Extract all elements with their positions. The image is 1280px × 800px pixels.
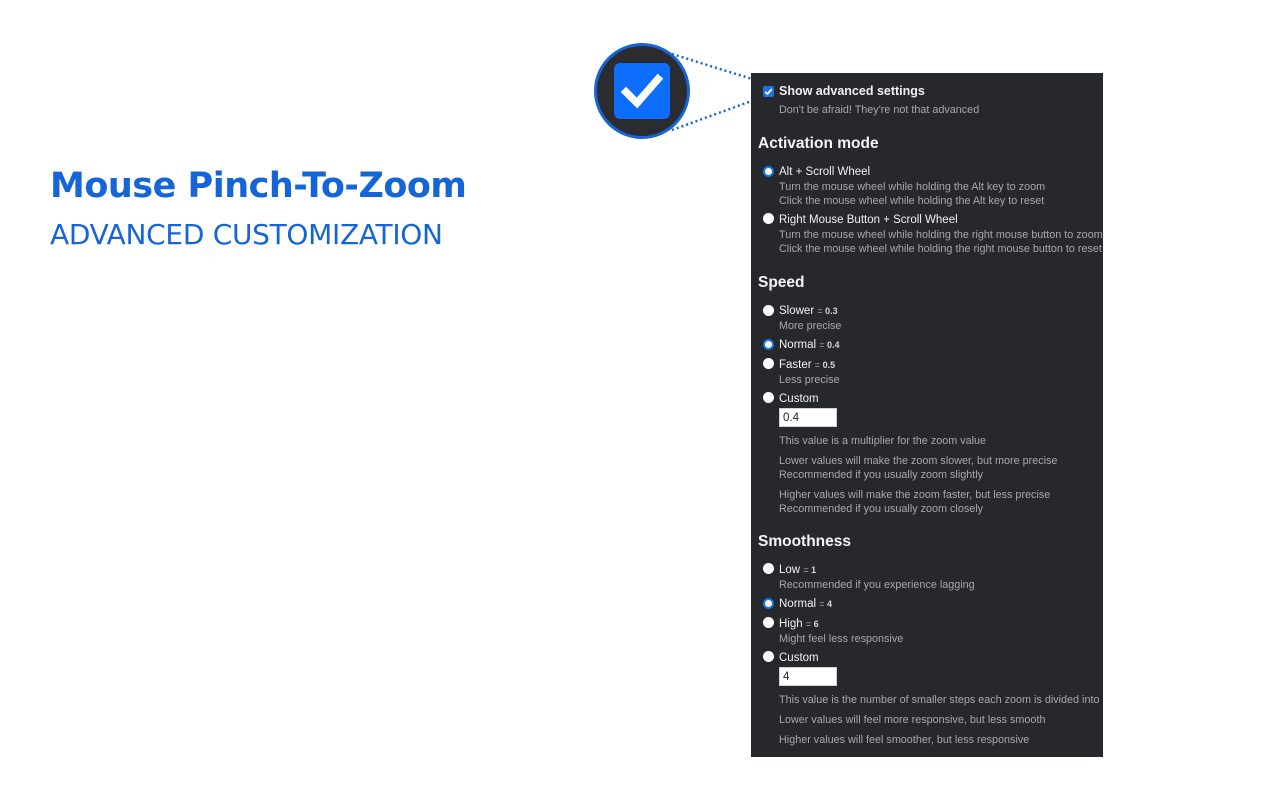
promo-subtitle: ADVANCED CUSTOMIZATION: [50, 218, 443, 251]
activation-alt-desc-reset: Click the mouse wheel while holding the …: [779, 195, 1045, 207]
speed-faster-name: Faster: [779, 359, 812, 371]
smoothness-low-name: Low: [779, 564, 801, 576]
speed-slower-desc: More precise: [779, 320, 842, 332]
radio-activation-right-mouse[interactable]: [763, 213, 774, 224]
activation-right-mouse-label[interactable]: Right Mouse Button + Scroll Wheel: [779, 214, 958, 226]
radio-speed-custom[interactable]: [763, 392, 774, 403]
smoothness-note-higher: Higher values will feel smoother, but le…: [779, 734, 1030, 746]
activation-right-mouse-desc-zoom: Turn the mouse wheel while holding the r…: [779, 229, 1103, 241]
speed-custom-input[interactable]: [779, 408, 837, 427]
speed-normal-value: = 0.4: [819, 340, 840, 350]
speed-note-multiplier: This value is a multiplier for the zoom …: [779, 435, 987, 447]
smoothness-low-label[interactable]: Low = 1: [779, 564, 816, 576]
zoomed-checkbox-callout: [594, 43, 690, 139]
smoothness-high-desc: Might feel less responsive: [779, 633, 904, 645]
radio-smoothness-high[interactable]: [763, 617, 774, 628]
smoothness-heading: Smoothness: [758, 533, 852, 550]
promo-title: Mouse Pinch-To-Zoom: [50, 166, 467, 206]
radio-speed-normal[interactable]: [763, 339, 774, 350]
radio-activation-alt[interactable]: [763, 166, 774, 177]
activation-alt-label[interactable]: Alt + Scroll Wheel: [779, 166, 870, 178]
smoothness-high-name: High: [779, 618, 803, 630]
checkmark-icon: [764, 88, 773, 96]
smoothness-custom-label[interactable]: Custom: [779, 652, 819, 664]
speed-faster-desc: Less precise: [779, 374, 840, 386]
smoothness-high-value: = 6: [805, 619, 819, 629]
speed-faster-label[interactable]: Faster = 0.5: [779, 359, 835, 371]
radio-speed-faster[interactable]: [763, 358, 774, 369]
smoothness-normal-name: Normal: [779, 598, 817, 610]
speed-normal-label[interactable]: Normal = 0.4: [779, 339, 840, 351]
smoothness-normal-value: = 4: [819, 599, 833, 609]
smoothness-custom-input[interactable]: [779, 667, 837, 686]
speed-heading: Speed: [758, 274, 805, 291]
speed-note-higher: Higher values will make the zoom faster,…: [779, 489, 1051, 501]
speed-note-higher-recommend: Recommended if you usually zoom closely: [779, 503, 984, 515]
settings-panel: Show advanced settings Don't be afraid! …: [751, 73, 1103, 757]
activation-mode-heading: Activation mode: [758, 135, 879, 152]
show-advanced-label[interactable]: Show advanced settings: [779, 84, 925, 98]
speed-slower-label[interactable]: Slower = 0.3: [779, 305, 838, 317]
zoomed-checkbox: [614, 63, 670, 119]
activation-alt-desc-zoom: Turn the mouse wheel while holding the A…: [779, 181, 1046, 193]
show-advanced-checkbox[interactable]: [763, 86, 774, 97]
speed-faster-value: = 0.5: [814, 360, 836, 370]
smoothness-low-value: = 1: [803, 565, 817, 575]
speed-normal-name: Normal: [779, 339, 817, 351]
smoothness-high-label[interactable]: High = 6: [779, 618, 819, 630]
speed-slower-name: Slower: [779, 305, 815, 317]
speed-slower-value: = 0.3: [817, 306, 838, 316]
speed-note-lower-recommend: Recommended if you usually zoom slightly: [779, 469, 984, 481]
radio-smoothness-normal[interactable]: [763, 598, 774, 609]
radio-smoothness-low[interactable]: [763, 563, 774, 574]
radio-speed-slower[interactable]: [763, 305, 774, 316]
radio-smoothness-custom[interactable]: [763, 651, 774, 662]
smoothness-note-lower: Lower values will feel more responsive, …: [779, 714, 1046, 726]
smoothness-note-steps: This value is the number of smaller step…: [779, 694, 1100, 706]
smoothness-low-desc: Recommended if you experience lagging: [779, 579, 975, 591]
speed-custom-label[interactable]: Custom: [779, 393, 819, 405]
smoothness-normal-label[interactable]: Normal = 4: [779, 598, 832, 610]
checkmark-icon: [620, 73, 664, 109]
activation-right-mouse-desc-reset: Click the mouse wheel while holding the …: [779, 243, 1102, 255]
speed-note-lower: Lower values will make the zoom slower, …: [779, 455, 1058, 467]
show-advanced-description: Don't be afraid! They're not that advanc…: [779, 104, 980, 116]
